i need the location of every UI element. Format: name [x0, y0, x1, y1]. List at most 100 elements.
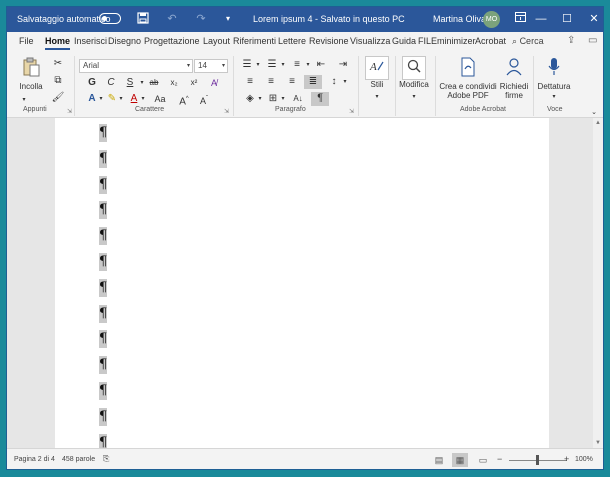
paste-dropdown-icon[interactable]: ▾ [17, 93, 31, 107]
scroll-down-icon[interactable]: ▼ [595, 440, 601, 446]
autosave-toggle[interactable] [99, 13, 121, 24]
undo-icon[interactable]: ↶ [165, 12, 179, 26]
copy-icon[interactable]: ⧉ [51, 74, 65, 88]
tab-file[interactable]: File [19, 36, 34, 46]
font-color-dropdown-icon[interactable]: ▾ [136, 92, 150, 106]
web-layout-icon[interactable]: ▭ [475, 453, 491, 467]
zoom-slider-thumb[interactable] [536, 455, 539, 465]
share-icon[interactable]: ⇪ [567, 35, 575, 46]
clipboard-icon [17, 57, 45, 82]
increase-indent-icon[interactable]: ⇥ [336, 58, 350, 72]
tab-draw[interactable]: Disegno [108, 36, 141, 46]
line-spacing-dropdown-icon[interactable]: ▾ [338, 75, 352, 89]
italic-icon[interactable]: C [104, 76, 118, 90]
superscript-icon[interactable]: x² [187, 76, 201, 90]
font-name-select[interactable]: Arial ▾ [79, 59, 193, 73]
redo-icon[interactable]: ↷ [194, 12, 208, 26]
separator [395, 56, 396, 116]
grow-font-icon[interactable]: A^ [177, 92, 191, 107]
cut-icon[interactable]: ✂ [51, 57, 65, 71]
search-box[interactable]: ⌕ Cerca [512, 36, 544, 47]
search-icon: ⌕ [512, 36, 518, 46]
user-avatar[interactable]: MO [483, 11, 500, 28]
request-signatures-button[interactable]: Richiedi firme [497, 57, 531, 100]
tab-mailings[interactable]: Lettere [278, 36, 306, 46]
zoom-level[interactable]: 100% [575, 456, 593, 463]
save-icon[interactable] [136, 12, 150, 26]
tab-review[interactable]: Revisione [309, 36, 349, 46]
tab-help[interactable]: Guida [392, 36, 416, 46]
create-pdf-button[interactable]: Crea e condividi Adobe PDF [437, 57, 499, 100]
tab-view[interactable]: Visualizza [350, 36, 390, 46]
proofing-icon[interactable]: ⎘ [103, 454, 109, 464]
tab-acrobat[interactable]: Acrobat [475, 36, 506, 46]
paragraph-group-label: Paragrafo [275, 106, 306, 113]
subscript-icon[interactable]: x₂ [167, 76, 181, 90]
ribbon-display-icon[interactable] [513, 12, 527, 26]
separator [74, 56, 75, 116]
align-left-icon[interactable]: ≡ [243, 75, 257, 89]
quick-access-dropdown-icon[interactable]: ▾ [221, 12, 235, 26]
editing-button[interactable]: Modifica [397, 56, 431, 89]
shrink-font-icon[interactable]: Aˇ [197, 92, 211, 106]
print-layout-icon[interactable]: ▦ [452, 453, 468, 467]
paragraph-mark: ¶ [99, 124, 108, 142]
multilevel-dropdown-icon[interactable]: ▾ [301, 58, 315, 72]
bullets-dropdown-icon[interactable]: ▾ [251, 58, 265, 72]
align-right-icon[interactable]: ≡ [285, 75, 299, 89]
close-icon[interactable]: ✕ [587, 12, 601, 26]
magnifier-svg [407, 59, 421, 73]
styles-label: Stili [370, 80, 384, 89]
editing-dropdown-icon[interactable]: ▾ [407, 90, 421, 104]
tab-home[interactable]: Home [45, 36, 71, 50]
page-info[interactable]: Pagina 2 di 4 [14, 456, 55, 463]
maximize-icon[interactable]: ☐ [560, 12, 574, 26]
font-size-select[interactable]: 14 ▾ [194, 59, 228, 73]
tab-fileminimizer[interactable]: FILEminimizer [418, 36, 476, 46]
paste-button[interactable]: Incolla [17, 57, 45, 91]
font-name-value: Arial [83, 61, 100, 70]
change-case-icon[interactable]: Aa [153, 92, 167, 106]
document-page[interactable]: ¶ ¶ ¶ ¶ ¶ ¶ ¶ ¶ ¶ ¶ ¶ ¶ ¶ [55, 118, 549, 452]
paragraph-mark: ¶ [99, 407, 108, 426]
numbering-dropdown-icon[interactable]: ▾ [276, 58, 290, 72]
separator [533, 56, 534, 116]
tab-insert[interactable]: Inserisci [74, 36, 107, 46]
shading-dropdown-icon[interactable]: ▾ [253, 92, 267, 106]
zoom-in-button[interactable]: + [564, 454, 569, 464]
sort-icon[interactable]: A↓ [291, 92, 305, 106]
paragraph-mark: ¶ [99, 149, 108, 168]
highlight-dropdown-icon[interactable]: ▾ [114, 92, 128, 106]
search-label: Cerca [519, 36, 544, 46]
styles-dropdown-icon[interactable]: ▾ [370, 90, 384, 104]
decrease-indent-icon[interactable]: ⇤ [314, 58, 328, 72]
tab-layout[interactable]: Layout [203, 36, 230, 46]
document-title: Lorem ipsum 4 - Salvato in questo PC [253, 14, 405, 24]
align-center-icon[interactable]: ≡ [264, 75, 278, 89]
minimize-icon[interactable]: — [534, 12, 548, 26]
clipboard-svg [23, 57, 40, 77]
paragraph-launcher-icon[interactable]: ⇲ [349, 108, 354, 115]
tab-design[interactable]: Progettazione [144, 36, 200, 46]
format-painter-icon[interactable]: 🖌 [51, 91, 65, 105]
paragraph-mark: ¶ [99, 304, 108, 323]
font-launcher-icon[interactable]: ⇲ [224, 108, 229, 115]
status-bar: Pagina 2 di 4 458 parole ⎘ ▤ ▦ ▭ − + 100… [7, 448, 603, 469]
clear-formatting-icon[interactable]: A̸ [207, 76, 221, 90]
tab-references[interactable]: Riferimenti [233, 36, 276, 46]
zoom-out-button[interactable]: − [497, 454, 502, 464]
scroll-up-icon[interactable]: ▲ [595, 120, 601, 126]
clipboard-launcher-icon[interactable]: ⇲ [67, 108, 72, 115]
word-count[interactable]: 458 parole [62, 456, 95, 463]
read-mode-icon[interactable]: ▤ [431, 453, 447, 467]
dictate-dropdown-icon[interactable]: ▾ [547, 90, 561, 104]
justify-icon[interactable]: ≣ [304, 75, 322, 89]
strikethrough-icon[interactable]: ab [147, 76, 161, 90]
show-formatting-marks-icon[interactable]: ¶ [311, 92, 329, 106]
vertical-scrollbar[interactable]: ▲ ▼ [593, 118, 603, 448]
styles-button[interactable]: A Stili [363, 56, 391, 89]
bold-icon[interactable]: G [85, 76, 99, 90]
dictate-button[interactable]: Dettatura [535, 57, 573, 91]
comments-icon[interactable]: ▭ [588, 35, 597, 46]
borders-dropdown-icon[interactable]: ▾ [276, 92, 290, 106]
